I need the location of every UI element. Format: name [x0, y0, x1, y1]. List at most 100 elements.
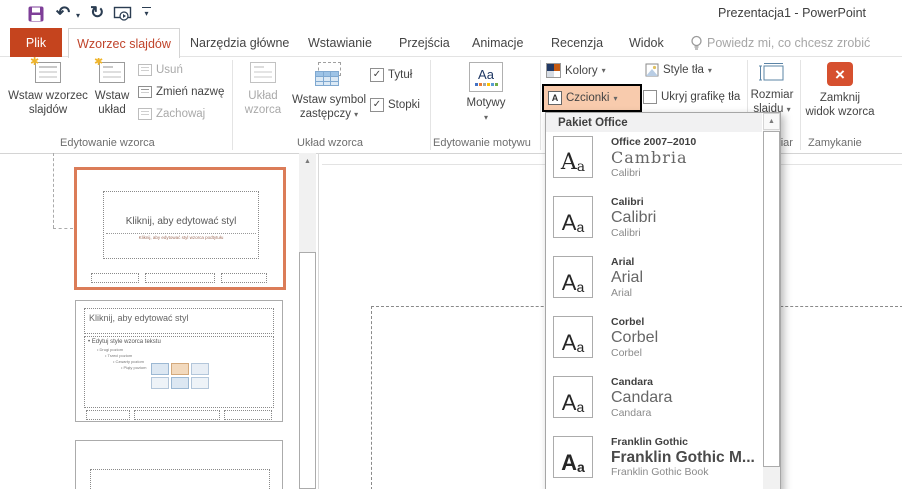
font-theme-name: Franklin Gothic [611, 436, 755, 449]
rename-label: Zmień nazwę [156, 86, 224, 98]
font-theme-name: Arial [611, 256, 643, 269]
font-theme-option[interactable]: Aa Office 2007–2010 Cambria Calibri [553, 136, 696, 180]
insert-layout-icon: ✱ [99, 62, 125, 83]
slide-size-label: Rozmiar [751, 88, 794, 102]
scrollbar-up-arrow[interactable]: ▲ [763, 113, 780, 130]
title-bar: ↶ ▾ ↻ ▾ Prezentacja1 - PowerPoint [0, 0, 902, 28]
layout-thumbnail[interactable]: Kliknij, aby edytować styl • Edytuj styl… [75, 300, 283, 422]
layout-date-placeholder [86, 410, 130, 420]
insert-placeholder-arrow: ▾ [354, 110, 358, 119]
layout-body-placeholder: • Edytuj style wzorca tekstu • Drugi poz… [84, 336, 274, 408]
insert-layout-label: Wstaw [95, 89, 130, 103]
rename-button[interactable]: Zmień nazwę [138, 86, 224, 98]
customize-qat-icon[interactable]: ▾ [142, 7, 151, 18]
fonts-arrow: ▾ [613, 94, 617, 103]
font-sample-icon: Aa [553, 436, 593, 478]
tab-slide-master[interactable]: Wzorzec slajdów [68, 28, 180, 58]
layout-title-placeholder [90, 469, 270, 489]
fonts-label: Czcionki [566, 92, 609, 104]
insert-placeholder-button[interactable]: Wstaw symbol zastępczy ▾ [290, 62, 368, 122]
tree-connector [53, 228, 73, 230]
footers-checkbox[interactable]: ✓ Stopki [370, 98, 420, 112]
layout-body-line: • Edytuj style wzorca tekstu [85, 337, 273, 345]
colors-label: Kolory [565, 65, 598, 77]
slide-size-icon [759, 62, 785, 84]
scrollbar-up-arrow[interactable]: ▲ [299, 153, 316, 165]
scrollbar-thumb[interactable] [763, 131, 780, 467]
master-number-placeholder [221, 273, 267, 283]
undo-dropdown-arrow[interactable]: ▾ [76, 11, 80, 20]
layout-thumbnail[interactable] [75, 440, 283, 489]
slide-size-button[interactable]: Rozmiar slajdu ▾ [745, 62, 799, 117]
close-master-view-label2: widok wzorca [805, 105, 874, 119]
insert-placeholder-label2: zastępczy ▾ [300, 107, 358, 121]
redo-icon[interactable]: ↻ [90, 4, 104, 21]
tab-file[interactable]: Plik [10, 28, 62, 57]
hide-background-graphics-checkbox[interactable]: Ukryj grafikę tła [643, 90, 740, 104]
background-styles-label: Style tła [663, 64, 704, 76]
hide-background-graphics-label: Ukryj grafikę tła [661, 91, 740, 103]
insert-layout-label2: układ [98, 103, 126, 117]
fonts-button[interactable]: A Czcionki ▾ [542, 84, 642, 112]
insert-placeholder-icon [315, 62, 343, 90]
delete-button[interactable]: Usuń [138, 64, 183, 76]
tab-animations[interactable]: Animacje [472, 36, 523, 50]
preserve-button[interactable]: Zachowaj [138, 108, 205, 120]
close-master-view-button[interactable]: × Zamknij widok wzorca [805, 62, 875, 120]
save-icon[interactable] [28, 6, 44, 22]
master-layout-label2: wzorca [245, 103, 281, 117]
group-separator [232, 60, 233, 150]
tab-review[interactable]: Recenzja [551, 36, 603, 50]
insert-slide-master-button[interactable]: ✱ Wstaw wzorzec slajdów [8, 62, 88, 118]
background-styles-arrow: ▾ [708, 66, 712, 75]
font-sample-icon: Aa [553, 376, 593, 418]
slide-master-thumbnail[interactable]: Kliknij, aby edytować styl Kliknij, aby … [74, 167, 286, 290]
font-sample-icon: Aa [553, 196, 593, 238]
insert-layout-button[interactable]: ✱ Wstaw układ [90, 62, 134, 118]
font-theme-heading: Calibri [611, 209, 656, 227]
font-theme-name: Candara [611, 376, 672, 389]
group-separator [800, 60, 801, 150]
themes-button[interactable]: Aa Motywy ▾ [455, 62, 517, 123]
colors-arrow: ▾ [602, 66, 606, 75]
layout-footer-placeholder [134, 410, 220, 420]
font-theme-body: Candara [611, 407, 672, 420]
background-styles-icon [645, 63, 659, 77]
font-theme-option[interactable]: Aa Franklin Gothic Franklin Gothic M... … [553, 436, 755, 479]
tab-home[interactable]: Narzędzia główne [190, 36, 289, 50]
fonts-icon: A [548, 91, 562, 105]
panel-divider [318, 153, 319, 489]
tab-insert[interactable]: Wstawianie [308, 36, 372, 50]
master-layout-icon [250, 62, 276, 83]
start-presentation-icon[interactable] [113, 6, 133, 22]
font-theme-option[interactable]: Aa Calibri Calibri Calibri [553, 196, 656, 240]
colors-button[interactable]: Kolory ▾ [546, 63, 606, 78]
font-theme-option[interactable]: Aa Arial Arial Arial [553, 256, 643, 300]
tab-view[interactable]: Widok [629, 36, 664, 50]
themes-arrow: ▾ [484, 113, 488, 123]
font-theme-option[interactable]: Aa Corbel Corbel Corbel [553, 316, 658, 360]
font-theme-heading: Corbel [611, 329, 658, 347]
font-theme-body: Franklin Gothic Book [611, 466, 755, 479]
master-layout-button[interactable]: Układ wzorca [238, 62, 288, 118]
thumbnails-scrollbar[interactable]: ▲ [299, 153, 316, 489]
fonts-dropdown-menu: Pakiet Office Aa Office 2007–2010 Cambri… [545, 112, 781, 489]
fonts-dropdown-scrollbar[interactable]: ▲ [763, 113, 780, 489]
close-master-view-label: Zamknij [820, 91, 860, 105]
title-checkbox-box: ✓ [370, 68, 384, 82]
tell-me-box[interactable]: Powiedz mi, co chcesz zrobić [707, 36, 870, 50]
scrollbar-thumb[interactable] [299, 252, 316, 489]
insert-slide-master-label: Wstaw wzorzec [8, 89, 88, 103]
group-label-edit-theme: Edytowanie motywu [433, 137, 531, 149]
tab-transitions[interactable]: Przejścia [399, 36, 450, 50]
title-checkbox[interactable]: ✓ Tytuł [370, 68, 412, 82]
master-subtitle-text: Kliknij, aby edytować styl wzorca podtyt… [104, 235, 258, 240]
themes-icon: Aa [469, 62, 503, 92]
insert-slide-master-label2: slajdów [29, 103, 67, 117]
font-theme-option[interactable]: Aa Candara Candara Candara [553, 376, 672, 420]
font-theme-heading: Candara [611, 389, 672, 407]
tell-me-lightbulb-icon[interactable] [690, 35, 703, 51]
undo-icon[interactable]: ↶ [56, 4, 70, 21]
powerpoint-window: ↶ ▾ ↻ ▾ Prezentacja1 - PowerPoint Plik W… [0, 0, 902, 489]
background-styles-button[interactable]: Style tła ▾ [645, 63, 712, 77]
